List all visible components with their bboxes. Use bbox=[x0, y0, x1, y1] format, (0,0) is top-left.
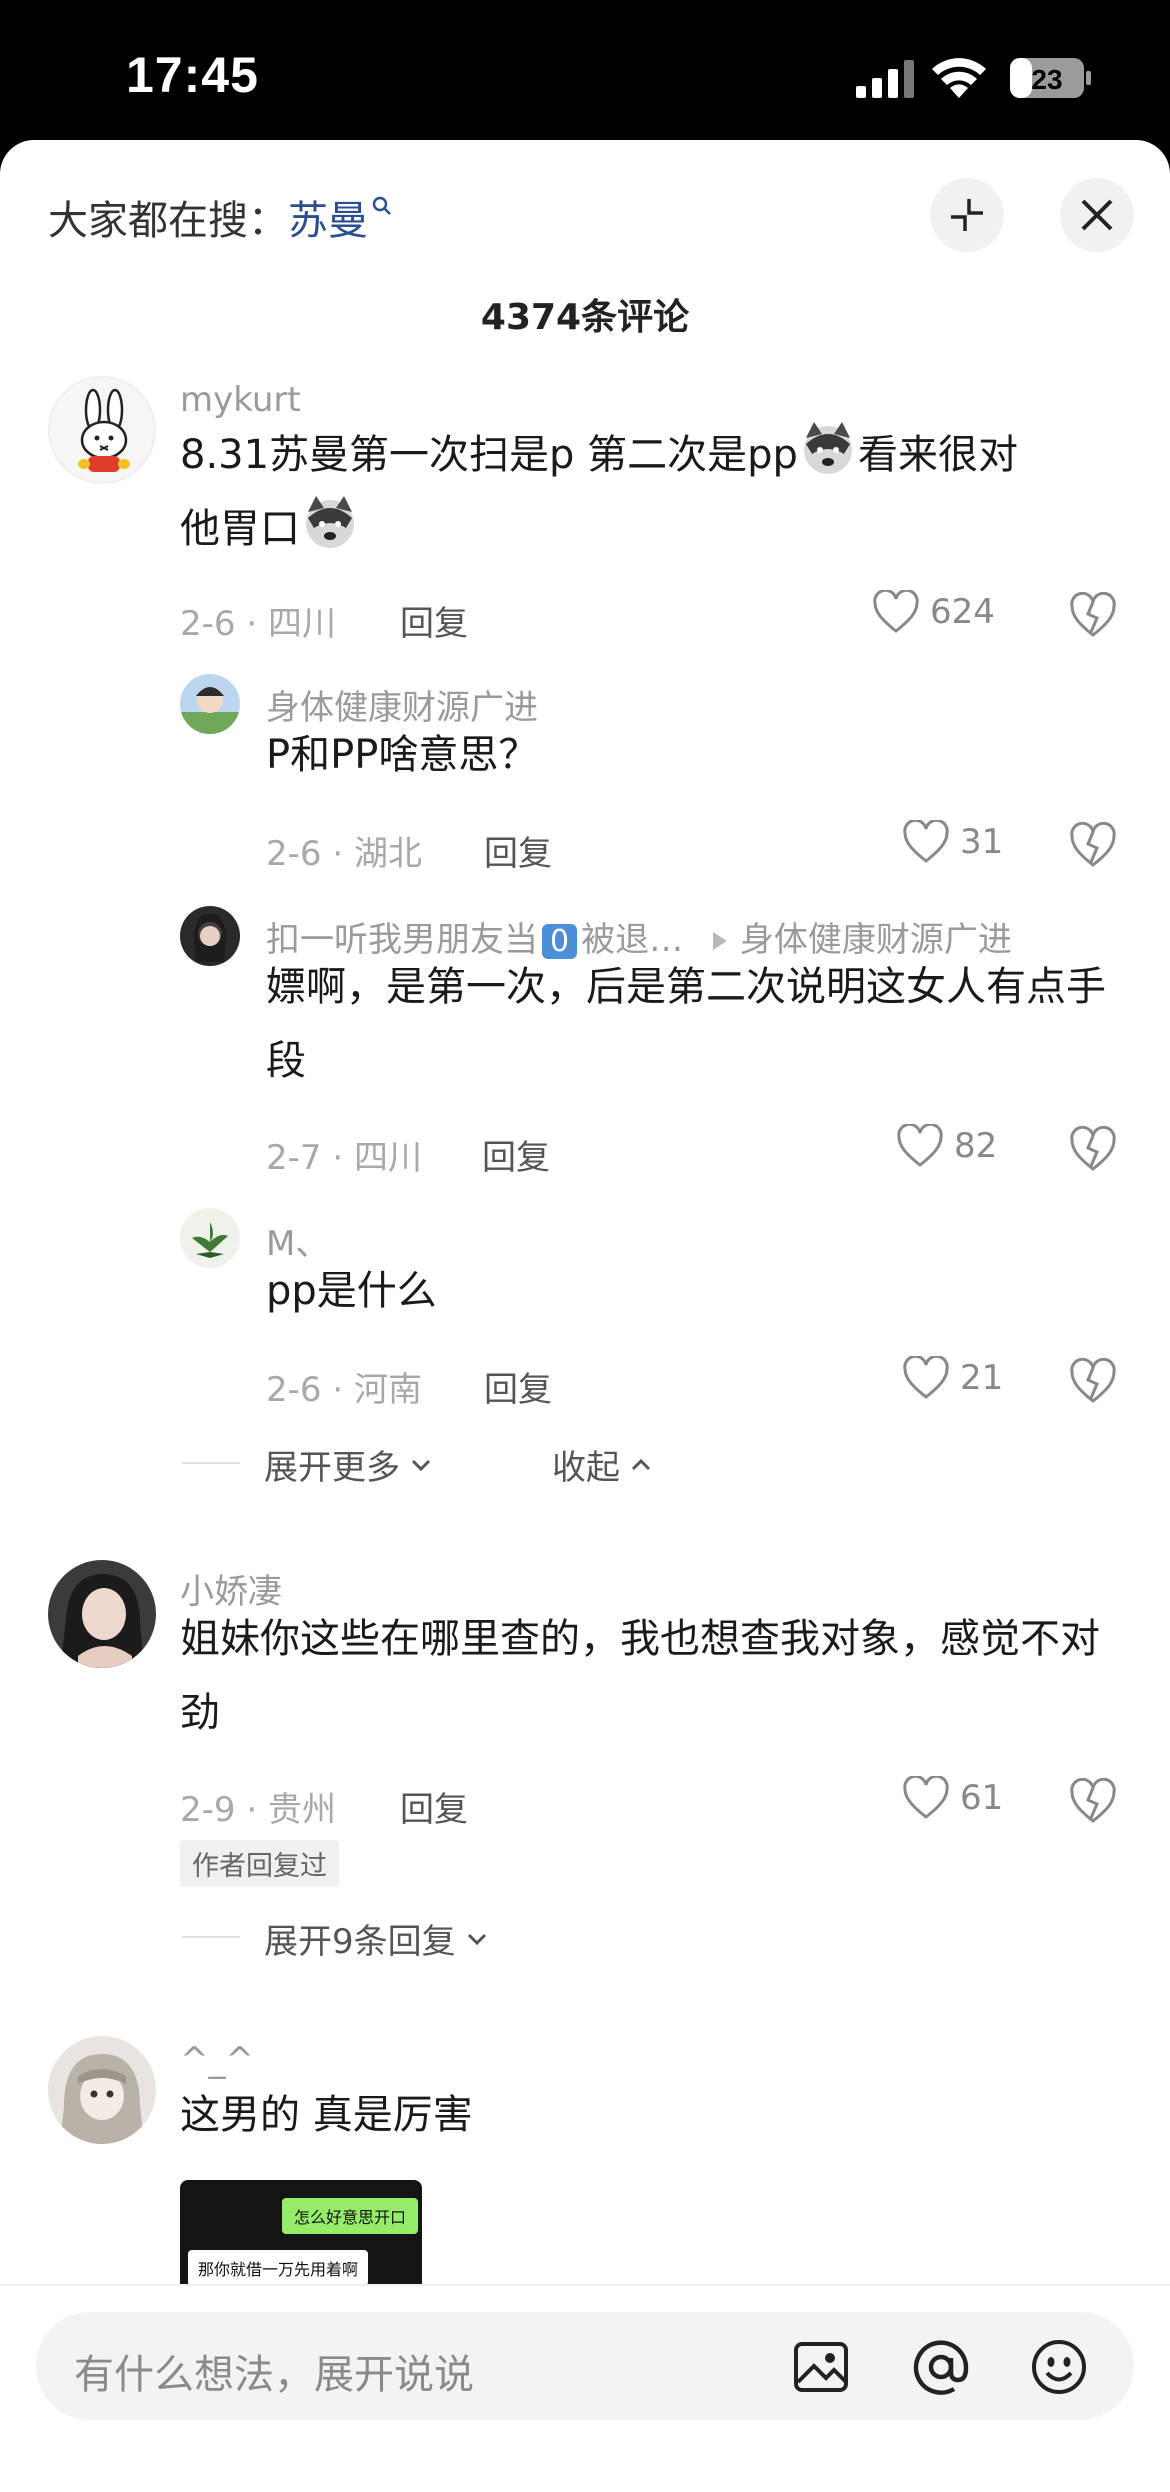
minimize-button[interactable] bbox=[930, 178, 1004, 252]
like-count: 31 bbox=[960, 822, 1004, 862]
battery-level: 23 bbox=[1031, 64, 1062, 95]
collapse-label: 收起 bbox=[552, 1448, 620, 1488]
comment-text: 这男的 真是厉害 bbox=[180, 2092, 473, 2138]
chevron-down-icon bbox=[411, 1459, 431, 1471]
comment-text-part: 看来很对 bbox=[857, 432, 1018, 478]
close-button[interactable] bbox=[1060, 178, 1134, 252]
chat-bubble-right: 怎么好意思开口 bbox=[281, 2198, 418, 2234]
heart-icon bbox=[903, 1776, 949, 1819]
comments-count: 4374条评论 bbox=[480, 297, 690, 338]
husky-emoji-icon bbox=[803, 422, 852, 474]
girl-avatar-icon bbox=[194, 913, 226, 962]
comment-text: 8.31苏曼第一次扫是p 第二次是pp 看来很对他胃口 bbox=[180, 418, 1120, 566]
avatar[interactable] bbox=[180, 1208, 240, 1268]
status-bar: 17:45 23 bbox=[0, 0, 1170, 140]
input-placeholder: 有什么想法，展开说说 bbox=[74, 2352, 474, 2398]
expand-replies-button[interactable]: 展开9条回复 bbox=[264, 1914, 490, 1963]
reply-meta: 2-6 · 湖北 bbox=[266, 834, 422, 874]
expand-more-button[interactable]: 展开更多 bbox=[264, 1440, 434, 1489]
divider bbox=[182, 1936, 240, 1938]
reply-button[interactable]: 回复 bbox=[400, 596, 468, 645]
avatar[interactable] bbox=[180, 906, 240, 966]
comment-username[interactable]: ^_^ bbox=[180, 2040, 254, 2080]
comment-text-part: 他胃口 bbox=[180, 506, 300, 552]
chevron-down-icon bbox=[467, 1933, 486, 1945]
dislike-button[interactable] bbox=[1068, 592, 1118, 638]
like-button[interactable]: 21 bbox=[902, 1356, 1003, 1400]
comment-input-bar: 有什么想法，展开说说 bbox=[0, 2284, 1170, 2492]
heart-icon bbox=[897, 1124, 943, 1167]
woman-avatar-icon bbox=[60, 1574, 144, 1668]
reply-text: 嫖啊，是第一次，后是第二次说明这女人有点手段 bbox=[266, 964, 1106, 1084]
heart-icon bbox=[873, 590, 919, 633]
plant-avatar-icon bbox=[192, 1222, 228, 1258]
cartoon-avatar-icon bbox=[180, 687, 240, 734]
search-suggestion[interactable]: 大家都在搜：苏曼 bbox=[48, 188, 392, 246]
husky-emoji-icon bbox=[306, 496, 354, 548]
search-keyword[interactable]: 苏曼 bbox=[288, 198, 368, 244]
like-count: 82 bbox=[954, 1126, 998, 1166]
comment-text: 姐妹你这些在哪里查的，我也想查我对象，感觉不对劲 bbox=[180, 1616, 1100, 1736]
image-icon[interactable] bbox=[792, 2338, 850, 2396]
avatar[interactable] bbox=[180, 674, 240, 734]
comment-text-part: 8.31苏曼第一次扫是p 第二次是pp bbox=[180, 432, 798, 478]
dislike-button[interactable] bbox=[1068, 822, 1118, 868]
comment-meta: 2-9 · 贵州 bbox=[180, 1790, 336, 1830]
divider bbox=[182, 1462, 240, 1464]
wifi-icon bbox=[932, 58, 986, 98]
like-button[interactable]: 31 bbox=[902, 820, 1003, 864]
avatar[interactable] bbox=[48, 376, 156, 484]
heart-icon bbox=[903, 1356, 949, 1399]
reply-text: P和PP啥意思？ bbox=[266, 732, 539, 778]
avatar[interactable] bbox=[48, 2036, 156, 2144]
reply-button[interactable]: 回复 bbox=[400, 1782, 468, 1831]
reply-text: pp是什么 bbox=[266, 1268, 437, 1314]
dislike-button[interactable] bbox=[1068, 1358, 1118, 1404]
collapse-button[interactable]: 收起 bbox=[552, 1440, 654, 1489]
cellular-signal-icon bbox=[856, 60, 914, 98]
close-icon bbox=[1081, 199, 1113, 231]
minimize-icon bbox=[951, 199, 983, 231]
like-count: 624 bbox=[930, 592, 995, 632]
reply-button[interactable]: 回复 bbox=[484, 826, 552, 875]
rabbit-avatar-icon bbox=[78, 388, 130, 472]
chevron-up-icon bbox=[631, 1458, 651, 1470]
dislike-button[interactable] bbox=[1068, 1126, 1118, 1172]
comment-image[interactable]: 怎么好意思开口 那你就借一万先用着啊 bbox=[180, 2180, 422, 2300]
reply-button[interactable]: 回复 bbox=[484, 1362, 552, 1411]
mention-icon[interactable] bbox=[912, 2338, 970, 2396]
comments-sheet: 大家都在搜：苏曼 4374条评论 mykurt 8.31苏曼第一次扫是p 第二次… bbox=[0, 140, 1170, 2492]
comment-username[interactable]: mykurt bbox=[180, 380, 301, 420]
comment-meta: 2-6 · 四川 bbox=[180, 604, 336, 644]
like-button[interactable]: 82 bbox=[896, 1124, 997, 1168]
expand-more-label: 展开更多 bbox=[264, 1448, 400, 1488]
search-icon bbox=[372, 196, 391, 215]
avatar[interactable] bbox=[48, 1560, 156, 1668]
like-count: 21 bbox=[960, 1358, 1004, 1398]
comment-input[interactable]: 有什么想法，展开说说 bbox=[36, 2312, 1134, 2420]
chat-bubble-left: 那你就借一万先用着啊 bbox=[188, 2250, 369, 2286]
like-button[interactable]: 624 bbox=[872, 590, 995, 634]
emoji-icon[interactable] bbox=[1030, 2338, 1088, 2396]
status-time: 17:45 bbox=[126, 47, 259, 103]
like-button[interactable]: 61 bbox=[902, 1776, 1003, 1820]
anime-avatar-icon bbox=[60, 2054, 144, 2144]
dislike-button[interactable] bbox=[1068, 1778, 1118, 1824]
reply-button[interactable]: 回复 bbox=[482, 1130, 550, 1179]
expand-replies-label: 展开9条回复 bbox=[264, 1922, 456, 1962]
search-prefix: 大家都在搜： bbox=[48, 198, 288, 244]
reply-meta: 2-6 · 河南 bbox=[266, 1370, 422, 1410]
battery-icon: 23 bbox=[1010, 58, 1091, 98]
author-replied-badge: 作者回复过 bbox=[180, 1840, 339, 1887]
heart-icon bbox=[903, 820, 949, 863]
reply-meta: 2-7 · 四川 bbox=[266, 1138, 422, 1178]
like-count: 61 bbox=[960, 1778, 1004, 1818]
